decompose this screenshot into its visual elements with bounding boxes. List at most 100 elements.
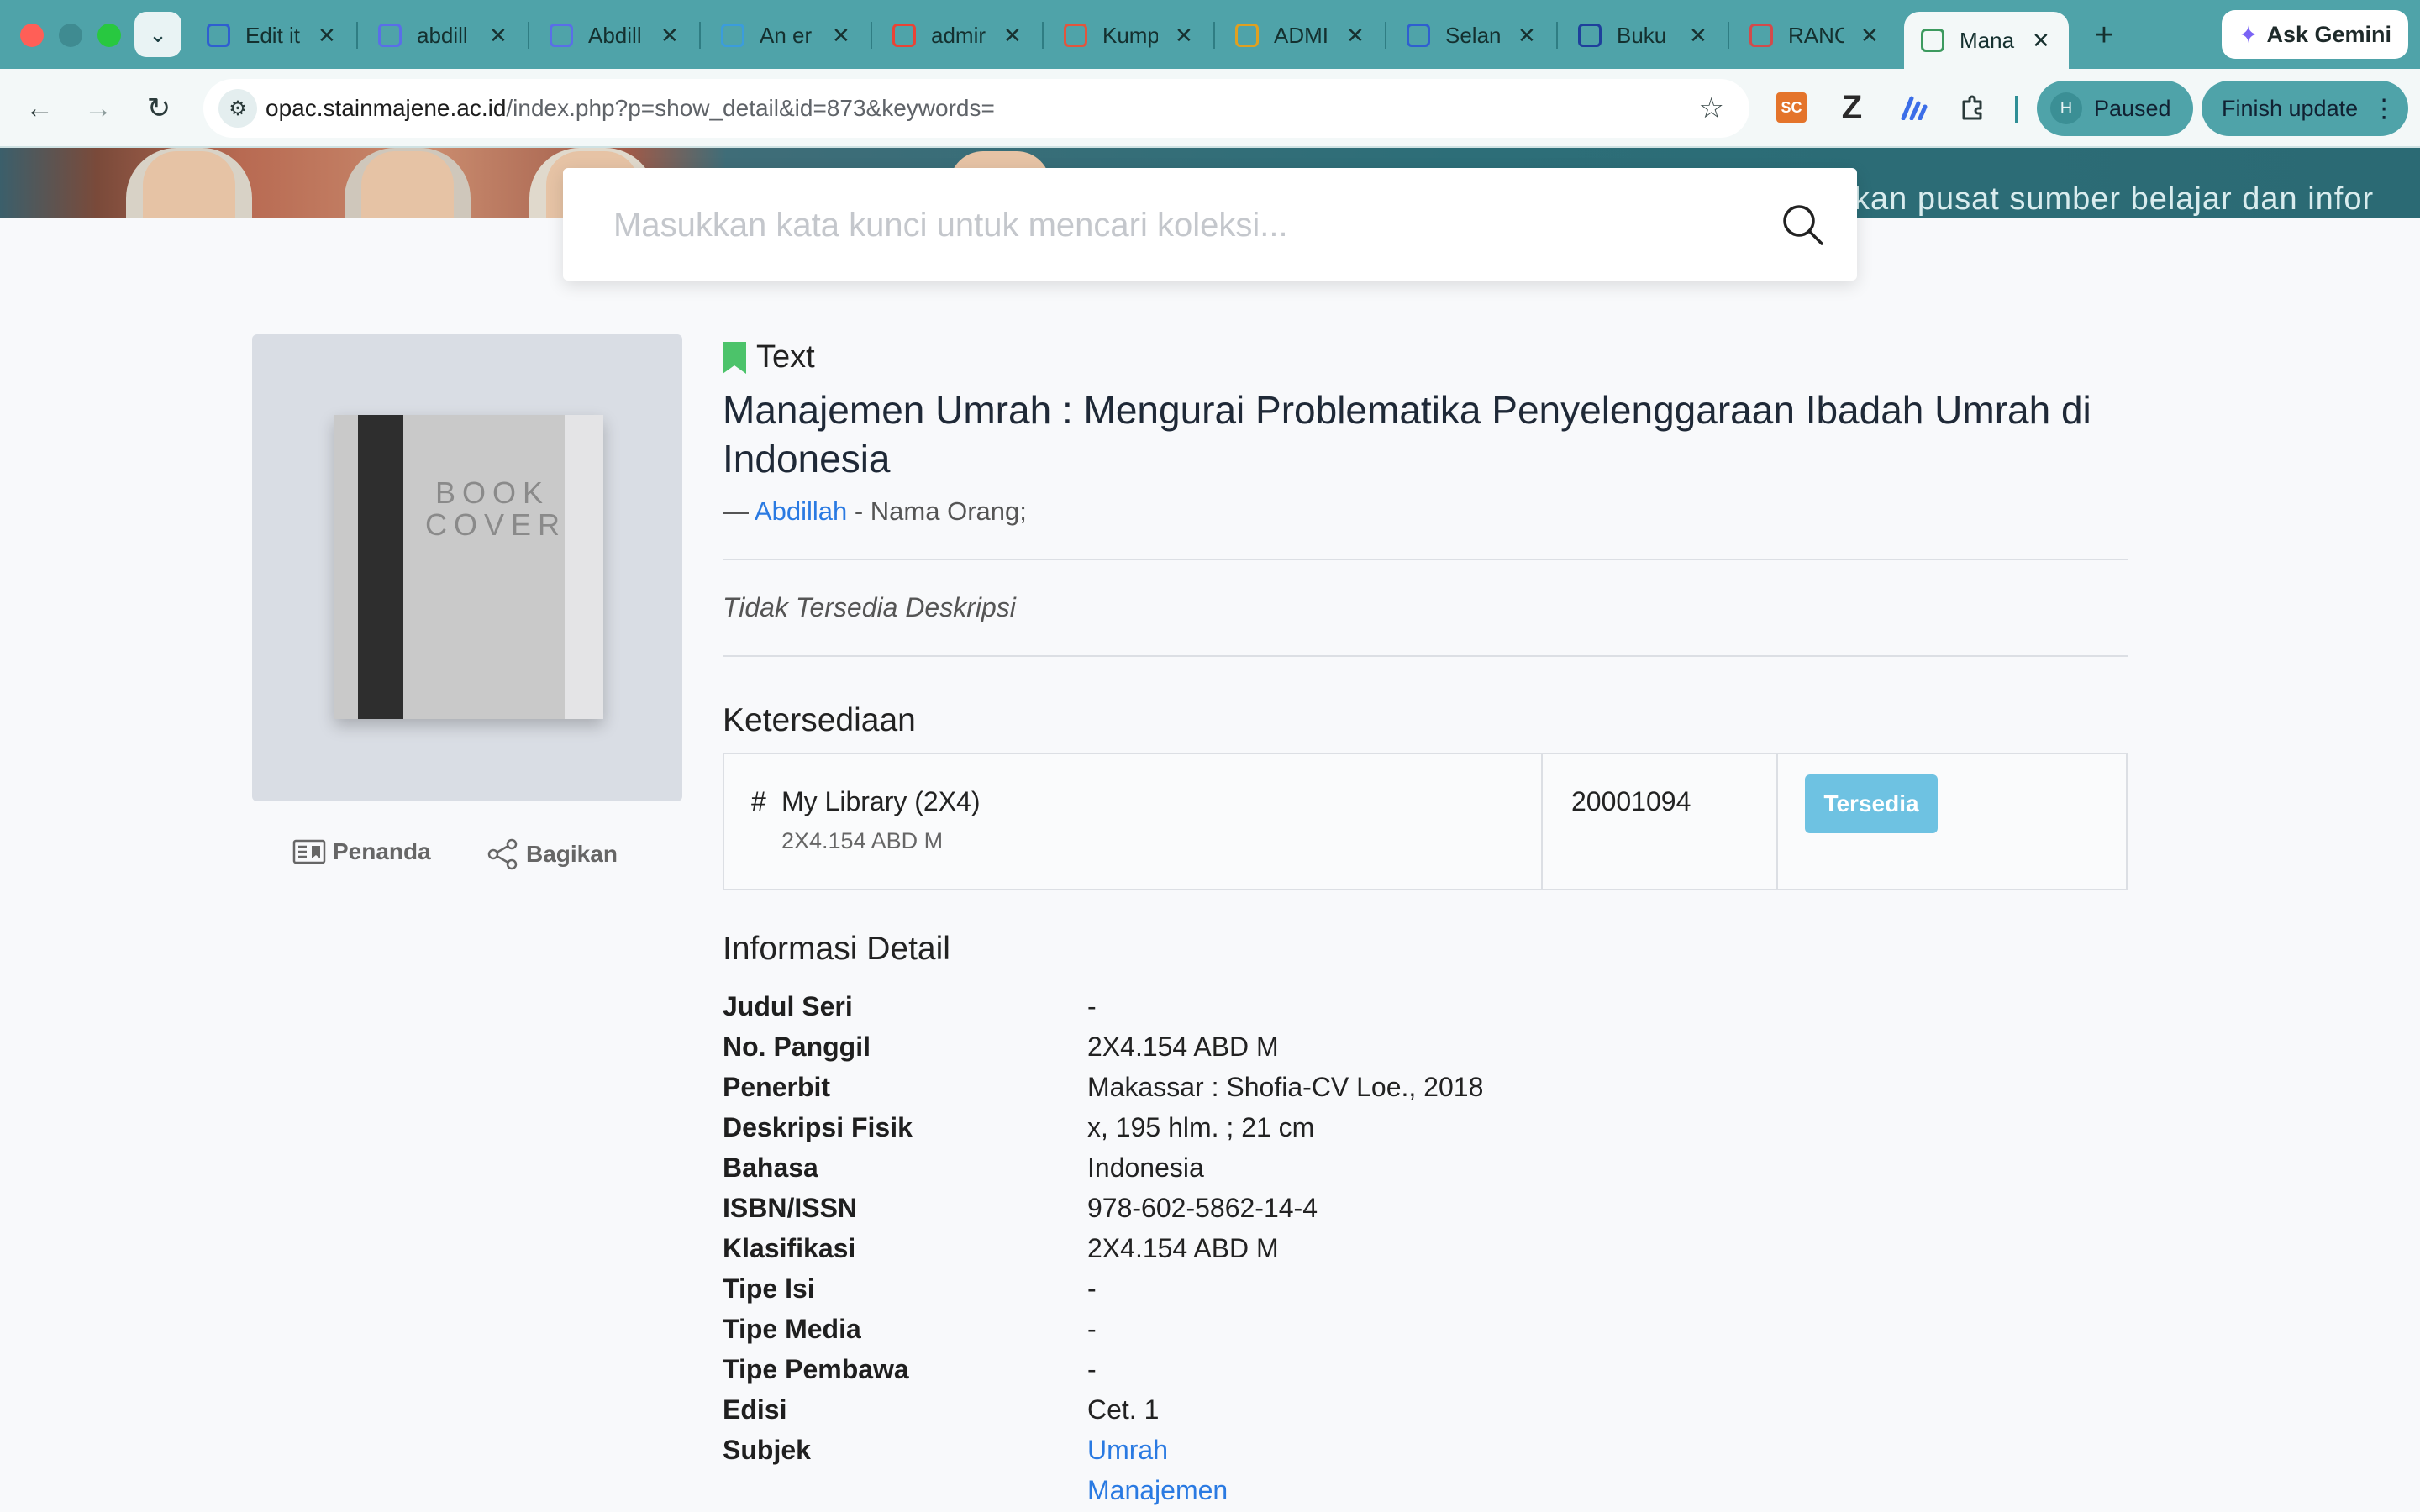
close-tab-icon[interactable]: ✕ <box>1346 23 1365 49</box>
detail-row: Tipe Isi - <box>723 1268 2128 1309</box>
close-tab-icon[interactable]: ✕ <box>660 23 679 49</box>
tree-icon <box>1921 29 1944 52</box>
close-tab-icon[interactable]: ✕ <box>318 23 336 49</box>
tab-title: An er <box>760 22 813 48</box>
browser-tab[interactable]: Selan ✕ <box>1390 12 1555 59</box>
author-role: - Nama Orang; <box>854 496 1027 526</box>
item-detail: Text Manajemen Umrah : Mengurai Problema… <box>723 339 2128 1510</box>
share-button[interactable]: Bagikan <box>486 838 618 870</box>
analytics-extension-icon[interactable] <box>1897 91 1931 124</box>
url-text[interactable]: opac.stainmajene.ac.id/index.php?p=show_… <box>266 95 995 122</box>
zotero-extension-icon[interactable]: Z <box>1835 89 1869 126</box>
arrow-left-icon: ← <box>25 92 54 124</box>
layers-icon <box>550 24 573 47</box>
item-author: — Abdillah - Nama Orang; <box>723 496 2128 527</box>
detail-value: - <box>1087 1353 1097 1384</box>
availability-table: # My Library (2X4) 2X4.154 ABD M 2000109… <box>723 753 2128 890</box>
browser-tab[interactable]: ADMI ✕ <box>1218 12 1383 59</box>
ask-gemini-button[interactable]: ✦ Ask Gemini <box>2222 10 2408 59</box>
finish-update-button[interactable]: Finish update ⋮ <box>2202 81 2408 136</box>
browser-tab[interactable]: Kump ✕ <box>1047 12 1212 59</box>
google-icon <box>892 24 916 47</box>
close-window-button[interactable] <box>20 24 44 47</box>
detail-row: No. Panggil 2X4.154 ABD M <box>723 1026 2128 1067</box>
address-bar[interactable]: ⚙ opac.stainmajene.ac.id/index.php?p=sho… <box>203 79 1749 138</box>
availability-heading: Ketersediaan <box>723 702 916 738</box>
close-tab-icon[interactable]: ✕ <box>1003 23 1022 49</box>
back-button[interactable]: ← <box>18 87 60 129</box>
status-badge: Tersedia <box>1805 774 1938 833</box>
detail-row: Klasifikasi 2X4.154 ABD M <box>723 1228 2128 1268</box>
close-tab-icon[interactable]: ✕ <box>832 23 850 49</box>
availability-location-cell: # My Library (2X4) 2X4.154 ABD M <box>724 754 1543 889</box>
browser-tab[interactable]: admir ✕ <box>876 12 1040 59</box>
extensions-puzzle-icon[interactable] <box>1956 91 1990 124</box>
tab-title: RANC <box>1788 22 1844 48</box>
tab-separator <box>871 22 872 49</box>
site-settings-icon[interactable]: ⚙ <box>218 89 257 128</box>
detail-key: Klasifikasi <box>723 1232 856 1263</box>
browser-tab[interactable]: Buku ✕ <box>1561 12 1726 59</box>
book-cover-image: BOOK COVER <box>334 415 603 719</box>
close-tab-icon[interactable]: ✕ <box>1518 23 1536 49</box>
browser-tab[interactable]: Abdill ✕ <box>533 12 697 59</box>
bookmark-star-icon[interactable]: ☆ <box>1699 92 1724 125</box>
reload-button[interactable]: ↻ <box>138 87 180 129</box>
profile-button[interactable]: H Paused <box>2037 81 2193 136</box>
close-tab-icon[interactable]: ✕ <box>2032 28 2050 54</box>
detail-value: x, 195 hlm. ; 21 cm <box>1087 1111 1315 1142</box>
detail-key: Penerbit <box>723 1071 831 1102</box>
detail-value: Indonesia <box>1087 1152 1204 1183</box>
avatar: H <box>2050 92 2082 124</box>
bookmark-button[interactable]: Penanda <box>292 838 431 865</box>
tab-title: Kump <box>1102 22 1158 48</box>
subject-link[interactable]: Umrah <box>1087 1430 2128 1470</box>
detail-row: Judul Seri - <box>723 986 2128 1026</box>
zoom-window-button[interactable] <box>97 24 121 47</box>
doc-icon <box>207 24 230 47</box>
browser-tab[interactable]: Mana ✕ <box>1904 12 2069 69</box>
tab-title: Buku <box>1617 22 1667 48</box>
tab-separator <box>699 22 701 49</box>
subject-link[interactable]: Manajemen <box>1087 1470 2128 1510</box>
detail-row: Deskripsi Fisik x, 195 hlm. ; 21 cm <box>723 1107 2128 1147</box>
detail-value: 2X4.154 ABD M <box>1087 1031 1279 1062</box>
tab-title: admir <box>931 22 986 48</box>
close-tab-icon[interactable]: ✕ <box>1689 23 1707 49</box>
detail-value: - <box>1087 1273 1097 1304</box>
doc-icon <box>1407 24 1430 47</box>
minimize-window-button[interactable] <box>59 24 82 47</box>
tab-title: Selan <box>1445 22 1501 48</box>
detail-row: Penerbit Makassar : Shofia-CV Loe., 2018 <box>723 1067 2128 1107</box>
detail-row: Edisi Cet. 1 <box>723 1389 2128 1430</box>
banner-tagline: kan pusat sumber belajar dan infor <box>1854 181 2375 217</box>
new-tab-button[interactable]: + <box>2081 12 2128 59</box>
close-tab-icon[interactable]: ✕ <box>1860 23 1879 49</box>
item-title: Manajemen Umrah : Mengurai Problematika … <box>723 388 2091 480</box>
finish-update-label: Finish update <box>2222 95 2359 121</box>
forward-button[interactable]: → <box>77 87 119 129</box>
browser-tab[interactable]: abdill ✕ <box>361 12 526 59</box>
author-prefix: — <box>723 496 749 526</box>
author-link[interactable]: Abdillah <box>755 496 847 526</box>
ask-gemini-label: Ask Gemini <box>2266 21 2392 47</box>
search-input[interactable] <box>613 202 1706 249</box>
close-tab-icon[interactable]: ✕ <box>489 23 508 49</box>
browser-tab[interactable]: Edit it ✕ <box>190 12 355 59</box>
tab-separator <box>1042 22 1044 49</box>
browser-tab[interactable]: An er ✕ <box>704 12 869 59</box>
sc-extension-icon[interactable]: SC <box>1776 92 1807 123</box>
book-cover-line2: COVER <box>425 507 567 542</box>
chevron-down-icon: ⌄ <box>149 21 167 47</box>
book-spine <box>358 415 403 719</box>
availability-location: My Library (2X4) <box>781 786 981 816</box>
url-path: /index.php?p=show_detail&id=873&keywords… <box>506 95 995 121</box>
detail-key: No. Panggil <box>723 1031 871 1062</box>
share-icon <box>487 838 518 870</box>
close-tab-icon[interactable]: ✕ <box>1175 23 1193 49</box>
browser-tab[interactable]: RANC ✕ <box>1733 12 1897 59</box>
shield-icon <box>721 24 744 47</box>
detail-list: Judul Seri - No. Panggil 2X4.154 ABD M Pener… <box>723 986 2128 1470</box>
search-icon[interactable] <box>1778 200 1828 250</box>
tab-search-button[interactable]: ⌄ <box>134 12 182 57</box>
